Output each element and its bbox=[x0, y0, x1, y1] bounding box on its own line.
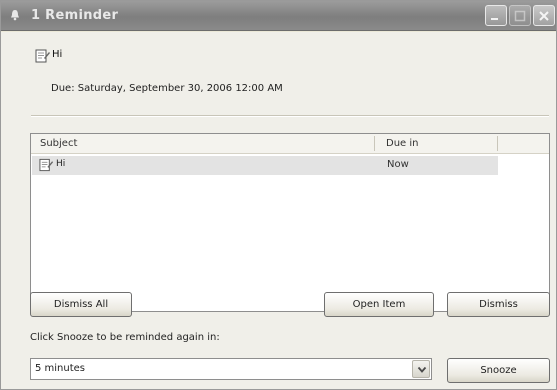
reminder-subject: Hi bbox=[52, 49, 63, 60]
maximize-icon bbox=[514, 10, 526, 22]
title-bar[interactable]: 1 Reminder bbox=[1, 1, 556, 31]
snooze-duration-select[interactable]: 5 minutes bbox=[30, 358, 432, 380]
close-button[interactable] bbox=[533, 5, 555, 26]
minimize-button[interactable] bbox=[485, 5, 507, 26]
reminder-content: Hi Due: Saturday, September 30, 2006 12:… bbox=[1, 32, 556, 389]
maximize-button[interactable] bbox=[509, 5, 531, 26]
column-header-due-in[interactable]: Due in bbox=[386, 138, 419, 149]
dismiss-button[interactable]: Dismiss bbox=[447, 292, 550, 317]
note-icon bbox=[39, 158, 54, 172]
column-divider[interactable] bbox=[374, 136, 375, 151]
snooze-duration-value: 5 minutes bbox=[35, 363, 86, 374]
note-icon bbox=[35, 49, 51, 63]
snooze-label: Click Snooze to be reminded again in: bbox=[30, 332, 220, 343]
snooze-button[interactable]: Snooze bbox=[447, 358, 550, 383]
reminder-list[interactable]: Subject Due in Hi Now bbox=[30, 133, 550, 312]
open-item-button[interactable]: Open Item bbox=[324, 292, 434, 317]
close-icon bbox=[539, 11, 549, 21]
list-item-subject: Hi bbox=[56, 159, 66, 169]
chevron-down-icon bbox=[417, 366, 427, 373]
list-header: Subject Due in bbox=[31, 134, 549, 154]
dropdown-button[interactable] bbox=[412, 360, 430, 378]
dismiss-all-button[interactable]: Dismiss All bbox=[30, 292, 132, 317]
separator bbox=[31, 115, 549, 117]
list-item-due-in: Now bbox=[387, 159, 409, 170]
column-header-subject[interactable]: Subject bbox=[40, 138, 77, 149]
minimize-icon bbox=[491, 18, 498, 20]
window-title: 1 Reminder bbox=[31, 8, 119, 23]
reminder-due-date: Due: Saturday, September 30, 2006 12:00 … bbox=[51, 83, 283, 94]
bell-icon bbox=[9, 9, 21, 21]
reminder-window: 1 Reminder Hi Due: Saturday, September 3… bbox=[0, 0, 557, 390]
column-divider[interactable] bbox=[497, 136, 498, 151]
list-item[interactable]: Hi Now bbox=[32, 156, 498, 175]
